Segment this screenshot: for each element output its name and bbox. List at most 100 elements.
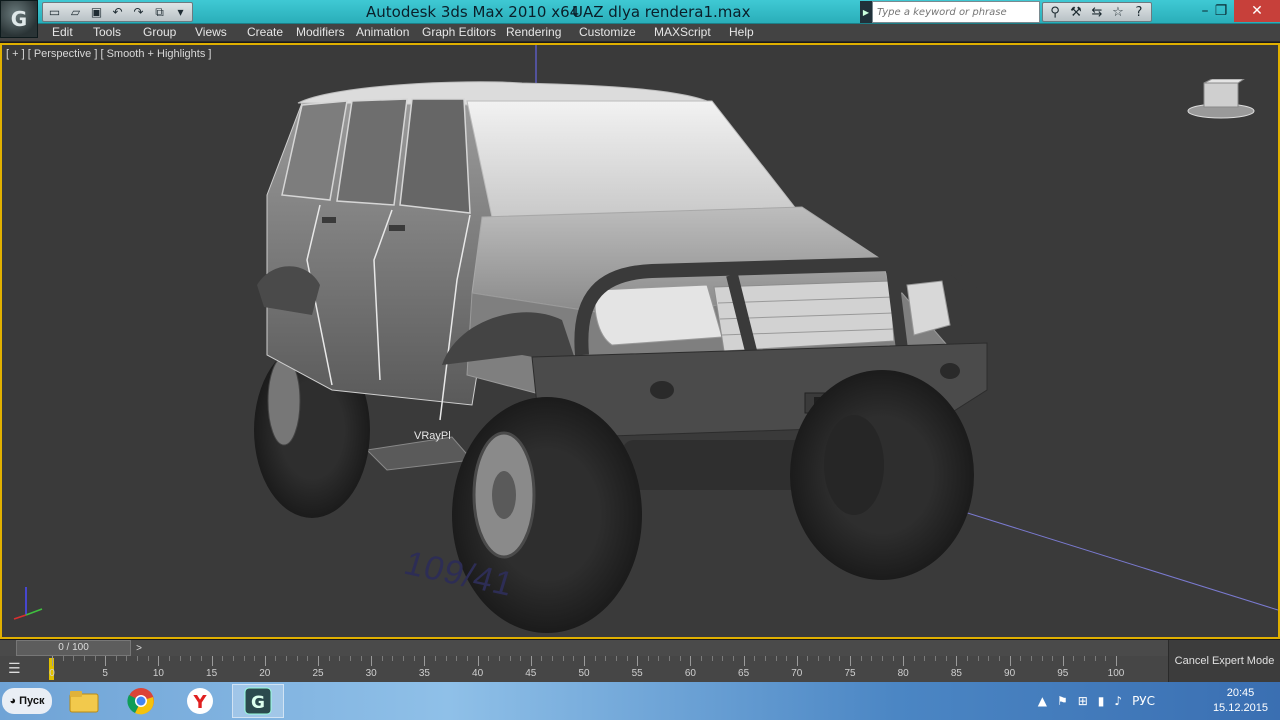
track-tick: [286, 656, 288, 661]
track-tick: [828, 656, 830, 661]
menu-tools[interactable]: Tools: [93, 25, 121, 39]
world-axis-line: [941, 504, 1278, 611]
taskbar-explorer[interactable]: [58, 684, 110, 718]
max-app-icon: G: [244, 687, 272, 715]
track-tick-label: 90: [1004, 668, 1016, 679]
infocenter-search: ▶: [860, 1, 1040, 23]
new-file-icon[interactable]: ▭: [46, 4, 63, 20]
track-tick: [541, 656, 543, 661]
track-tick: [1105, 656, 1107, 661]
close-button[interactable]: ✕: [1234, 0, 1280, 22]
project-folder-icon[interactable]: ⧉: [151, 4, 168, 20]
track-tick: [222, 656, 224, 661]
cancel-expert-mode-button[interactable]: Cancel Expert Mode: [1168, 640, 1280, 682]
start-label: Пуск: [19, 695, 45, 707]
menu-views[interactable]: Views: [195, 25, 227, 39]
max-logo-icon: G: [10, 7, 28, 31]
menu-create[interactable]: Create: [247, 25, 283, 39]
windows-icon[interactable]: ⊞: [1078, 694, 1088, 708]
binoculars-icon[interactable]: ⚲: [1046, 5, 1064, 20]
track-area[interactable]: 0 5 10 15 20 25 30 35 40 45 50 55 60 65 70 75 80 85 90 95 10…: [44, 656, 1168, 682]
track-tick: [243, 656, 245, 661]
network-icon[interactable]: ▮: [1098, 694, 1105, 708]
subscription-icon[interactable]: ⚒: [1067, 5, 1085, 20]
track-tick: [190, 656, 192, 661]
track-tick: [1030, 656, 1032, 661]
track-tick: [573, 656, 575, 661]
track-tick-label: 20: [259, 668, 271, 679]
start-button[interactable]: ◕ Пуск: [2, 688, 52, 714]
track-tick-label: 85: [950, 668, 962, 679]
track-tick: [775, 656, 777, 661]
menu-edit[interactable]: Edit: [52, 25, 73, 39]
infocenter-tools: ⚲ ⚒ ⇆ ☆ ?: [1042, 2, 1152, 22]
taskbar-yandex[interactable]: Y: [174, 684, 226, 718]
track-bar[interactable]: ☰ 0 5 10 15 20 25 30 35 40 45 50 55 60 65 70 75 80 85 90 95…: [0, 656, 1168, 682]
track-tick: [1073, 656, 1075, 661]
track-tick: [232, 656, 234, 661]
menu-customize[interactable]: Customize: [579, 25, 636, 39]
menu-graph-editors[interactable]: Graph Editors: [422, 25, 496, 39]
redo-icon[interactable]: ↷: [130, 4, 147, 20]
flag-icon[interactable]: ⚑: [1057, 694, 1068, 708]
app-menu-button[interactable]: G: [0, 0, 38, 38]
track-tick: [658, 656, 660, 661]
language-indicator[interactable]: РУС: [1132, 694, 1155, 708]
save-file-icon[interactable]: ▣: [88, 4, 105, 20]
perspective-viewport[interactable]: [ + ] [ Perspective ] [ Smooth + Highlig…: [0, 43, 1280, 639]
open-file-icon[interactable]: ▱: [67, 4, 84, 20]
search-input[interactable]: [872, 1, 1040, 23]
qat-dropdown-icon[interactable]: ▾: [172, 4, 189, 20]
next-frame-button[interactable]: >: [131, 641, 147, 655]
search-expand-icon[interactable]: ▶: [860, 1, 872, 23]
time-slider-thumb[interactable]: 0 / 100: [16, 640, 131, 656]
track-tick: [371, 656, 373, 666]
track-tick: [690, 656, 692, 666]
track-tick: [711, 656, 713, 661]
chrome-icon: [127, 688, 154, 715]
front-right-rim: [824, 415, 884, 515]
track-tick: [424, 656, 426, 666]
track-tick: [552, 656, 554, 661]
menu-rendering[interactable]: Rendering: [506, 25, 561, 39]
tray-expand-icon[interactable]: ▲: [1038, 694, 1047, 708]
track-tick: [881, 656, 883, 661]
viewcube[interactable]: [1186, 79, 1256, 121]
taskbar-chrome[interactable]: [115, 684, 167, 718]
track-tick: [754, 656, 756, 661]
left-headlight: [594, 284, 723, 346]
time-slider[interactable]: 0 / 100 >: [0, 640, 1168, 656]
track-bar-settings-icon[interactable]: ☰: [8, 660, 30, 678]
undo-icon[interactable]: ↶: [109, 4, 126, 20]
vray-plane-label: VRayPl: [414, 430, 451, 442]
menu-animation[interactable]: Animation: [356, 25, 409, 39]
track-tick: [211, 656, 213, 666]
taskbar-3dsmax[interactable]: G: [232, 684, 284, 718]
track-tick: [850, 656, 851, 666]
maximize-button[interactable]: ❐: [1206, 0, 1236, 22]
track-tick: [913, 656, 915, 661]
track-tick: [381, 656, 383, 661]
volume-icon[interactable]: ♪: [1114, 694, 1122, 708]
menu-modifiers[interactable]: Modifiers: [296, 25, 345, 39]
track-tick-label: 65: [738, 668, 750, 679]
track-tick: [296, 656, 298, 661]
communication-icon[interactable]: ⇆: [1088, 5, 1106, 20]
track-tick: [786, 656, 788, 661]
track-tick: [584, 656, 585, 666]
track-tick: [605, 656, 607, 661]
track-tick: [403, 656, 405, 661]
track-tick: [126, 656, 128, 661]
track-tick: [498, 656, 500, 661]
taskbar-clock[interactable]: 20:45 15.12.2015: [1213, 686, 1268, 716]
right-headlight: [906, 280, 951, 336]
menu-maxscript[interactable]: MAXScript: [654, 25, 711, 39]
favorites-star-icon[interactable]: ☆: [1109, 5, 1127, 20]
rear-fender-flare: [257, 266, 320, 315]
help-icon[interactable]: ?: [1130, 5, 1148, 20]
track-tick: [360, 656, 362, 661]
track-tick: [477, 656, 479, 666]
menu-group[interactable]: Group: [143, 25, 176, 39]
viewport-label[interactable]: [ + ] [ Perspective ] [ Smooth + Highlig…: [6, 48, 211, 60]
menu-help[interactable]: Help: [729, 25, 754, 39]
